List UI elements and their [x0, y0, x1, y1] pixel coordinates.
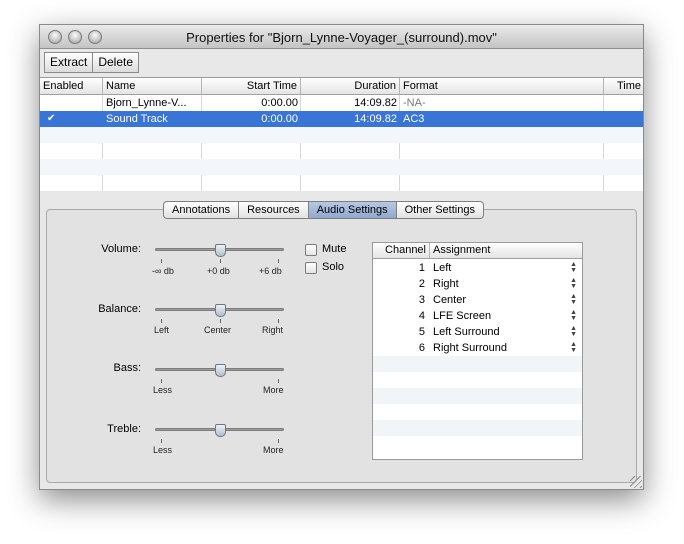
- solo-checkbox[interactable]: [305, 262, 317, 274]
- channel-assignment-popup[interactable]: Right Surround: [430, 340, 560, 356]
- extract-button[interactable]: Extract: [44, 52, 94, 73]
- channel-assignment-popup[interactable]: Left: [430, 260, 560, 276]
- column-format[interactable]: Format: [400, 78, 604, 95]
- row-duration: 14:09.82: [354, 97, 397, 109]
- tracks-table: Enabled Name Start Time Duration Format …: [40, 77, 643, 191]
- column-time[interactable]: Time: [604, 78, 643, 95]
- balance-label: Balance:: [98, 303, 141, 315]
- channel-number: 1: [418, 262, 425, 274]
- window-title: Properties for "Bjorn_Lynne-Voyager_(sur…: [186, 30, 497, 45]
- list-item[interactable]: 1 Left ▲ ▼: [373, 260, 582, 276]
- bass-min-label: Less: [153, 385, 173, 395]
- delete-button[interactable]: Delete: [93, 52, 140, 73]
- channel-number: 2: [418, 278, 425, 290]
- channel-assignment-popup[interactable]: Left Surround: [430, 324, 560, 340]
- row-format: AC3: [403, 113, 425, 125]
- tab-annotations[interactable]: Annotations: [163, 201, 239, 219]
- channel-table-header: Channel Assignment: [373, 243, 582, 259]
- row-duration: 14:09.82: [354, 113, 397, 125]
- row-enabled-checkbox[interactable]: ✔: [44, 111, 102, 127]
- popup-arrows-icon[interactable]: ▲ ▼: [570, 341, 577, 354]
- list-item[interactable]: 5 Left Surround ▲ ▼: [373, 324, 582, 340]
- channel-number: 4: [418, 310, 425, 322]
- treble-max-label: More: [263, 445, 284, 455]
- resize-grip-icon[interactable]: [630, 476, 642, 488]
- bass-label: Bass:: [113, 362, 141, 374]
- volume-min-label: -∞ db: [152, 266, 174, 276]
- balance-max-label: Right: [262, 325, 284, 335]
- column-name[interactable]: Name: [103, 78, 202, 95]
- column-assignment[interactable]: Assignment: [430, 243, 582, 259]
- balance-min-label: Left: [154, 325, 170, 335]
- channel-number: 6: [418, 342, 425, 354]
- channel-assignment-popup[interactable]: LFE Screen: [430, 308, 560, 324]
- column-start-time[interactable]: Start Time: [202, 78, 301, 95]
- tracks-table-header: Enabled Name Start Time Duration Format …: [40, 78, 643, 95]
- list-item[interactable]: 6 Right Surround ▲ ▼: [373, 340, 582, 356]
- popup-arrows-icon[interactable]: ▲ ▼: [570, 309, 577, 322]
- volume-slider-knob[interactable]: [215, 244, 226, 257]
- mute-label[interactable]: Mute: [322, 243, 346, 255]
- tab-audio-settings[interactable]: Audio Settings: [307, 201, 396, 219]
- column-duration[interactable]: Duration: [301, 78, 400, 95]
- list-item[interactable]: 4 LFE Screen ▲ ▼: [373, 308, 582, 324]
- channel-number: 3: [418, 294, 425, 306]
- popup-arrows-icon[interactable]: ▲ ▼: [570, 293, 577, 306]
- table-row[interactable]: ✔ Sound Track 0:00.00 14:09.82 AC3: [40, 111, 643, 127]
- toolbar: Extract Delete: [44, 52, 140, 73]
- balance-mid-label: Center: [204, 325, 232, 335]
- balance-slider-knob[interactable]: [215, 304, 226, 317]
- popup-arrows-icon[interactable]: ▲ ▼: [570, 261, 577, 274]
- tab-other-settings[interactable]: Other Settings: [395, 201, 484, 219]
- row-format: -NA-: [403, 97, 426, 109]
- channel-number: 5: [418, 326, 425, 338]
- treble-slider-knob[interactable]: [215, 424, 226, 437]
- treble-min-label: Less: [153, 445, 173, 455]
- row-start-time: 0:00.00: [261, 113, 298, 125]
- popup-arrows-icon[interactable]: ▲ ▼: [570, 277, 577, 290]
- bass-max-label: More: [263, 385, 284, 395]
- volume-mid-label: +0 db: [207, 266, 230, 276]
- mute-checkbox[interactable]: [305, 244, 317, 256]
- title-bar[interactable]: Properties for "Bjorn_Lynne-Voyager_(sur…: [40, 25, 643, 49]
- row-name: Sound Track: [106, 113, 168, 125]
- column-channel[interactable]: Channel: [373, 243, 430, 259]
- column-enabled[interactable]: Enabled: [40, 78, 103, 95]
- volume-label: Volume:: [101, 243, 141, 255]
- tab-resources[interactable]: Resources: [238, 201, 308, 219]
- row-enabled[interactable]: [44, 95, 102, 111]
- list-item[interactable]: 2 Right ▲ ▼: [373, 276, 582, 292]
- volume-max-label: +6 db: [259, 266, 282, 276]
- bass-slider-knob[interactable]: [215, 364, 226, 377]
- popup-arrows-icon[interactable]: ▲ ▼: [570, 325, 577, 338]
- list-item[interactable]: 3 Center ▲ ▼: [373, 292, 582, 308]
- solo-label[interactable]: Solo: [322, 261, 344, 273]
- table-row[interactable]: Bjorn_Lynne-V... 0:00.00 14:09.82 -NA-: [40, 95, 643, 111]
- channel-assignment-popup[interactable]: Right: [430, 276, 560, 292]
- channel-assignment-table: Channel Assignment 1 Left ▲ ▼ 2 Right ▲ ▼ …: [372, 242, 583, 460]
- settings-tabs: Annotations Resources Audio Settings Oth…: [163, 201, 484, 219]
- row-start-time: 0:00.00: [261, 97, 298, 109]
- properties-window: Properties for "Bjorn_Lynne-Voyager_(sur…: [39, 24, 644, 490]
- row-name: Bjorn_Lynne-V...: [106, 97, 187, 109]
- channel-assignment-popup[interactable]: Center: [430, 292, 560, 308]
- treble-label: Treble:: [107, 423, 141, 435]
